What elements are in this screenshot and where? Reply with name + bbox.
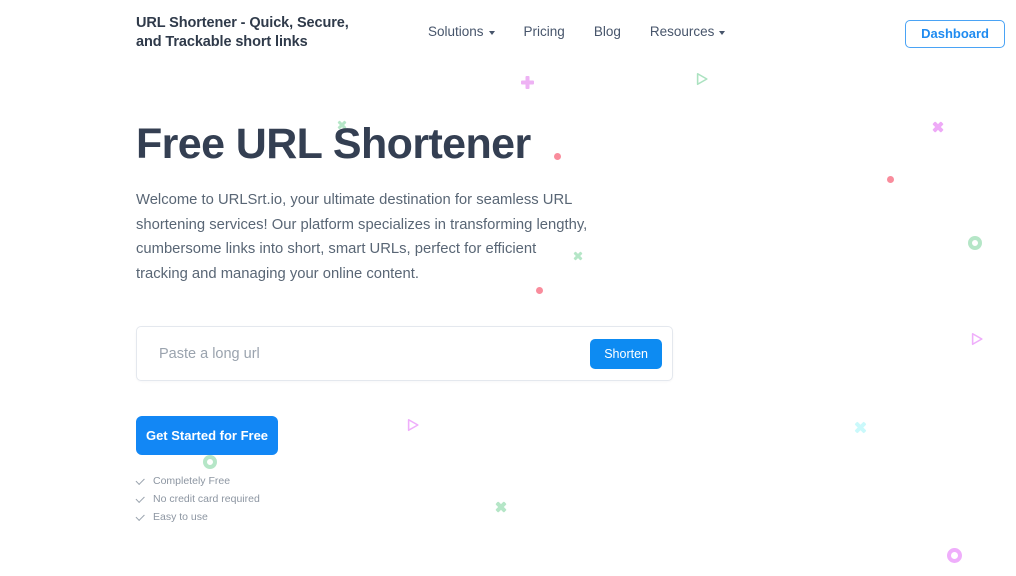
nav-item-solutions[interactable]: Solutions (428, 24, 495, 39)
feature-label: No credit card required (153, 493, 260, 505)
chevron-down-icon (488, 30, 495, 35)
feature-label: Completely Free (153, 475, 231, 487)
chevron-down-icon (719, 30, 726, 35)
list-item: No credit card required (136, 490, 260, 508)
nav-item-blog[interactable]: Blog (594, 24, 621, 39)
hero-description: Welcome to URLSrt.io, your ultimate dest… (136, 192, 588, 282)
main-navigation: Solutions Pricing Blog Resources (428, 24, 726, 39)
shorten-button[interactable]: Shorten (590, 338, 662, 369)
nav-item-label: Solutions (428, 24, 484, 39)
list-item: Easy to use (136, 508, 260, 526)
brand-title-line1: URL Shortener - Quick, Secure, (136, 15, 349, 31)
page-title: Free URL Shortener (136, 120, 531, 168)
landing-page: URL Shortener - Quick, Secure, and Track… (0, 0, 1016, 576)
url-shorten-form: Shorten (136, 326, 673, 381)
url-input[interactable] (159, 336, 591, 371)
hero-section: Free URL Shortener Welcome to URLSrt.io,… (136, 118, 756, 286)
nav-item-label: Resources (649, 24, 715, 39)
get-started-button[interactable]: Get Started for Free (136, 416, 278, 455)
check-icon (136, 477, 145, 486)
site-header: URL Shortener - Quick, Secure, and Track… (0, 0, 1016, 66)
list-item: Completely Free (136, 472, 260, 490)
check-icon (136, 513, 145, 522)
feature-label: Easy to use (153, 511, 208, 523)
nav-item-pricing[interactable]: Pricing (524, 24, 565, 39)
nav-item-resources[interactable]: Resources (650, 24, 726, 39)
check-icon (136, 495, 145, 504)
feature-list: Completely Free No credit card required … (136, 472, 260, 526)
brand-title-line2: and Trackable short links (136, 34, 308, 50)
dashboard-button[interactable]: Dashboard (905, 20, 1005, 48)
brand-title: URL Shortener - Quick, Secure, and Track… (136, 14, 366, 52)
nav-item-label: Pricing (523, 24, 565, 39)
nav-item-label: Blog (593, 24, 621, 39)
